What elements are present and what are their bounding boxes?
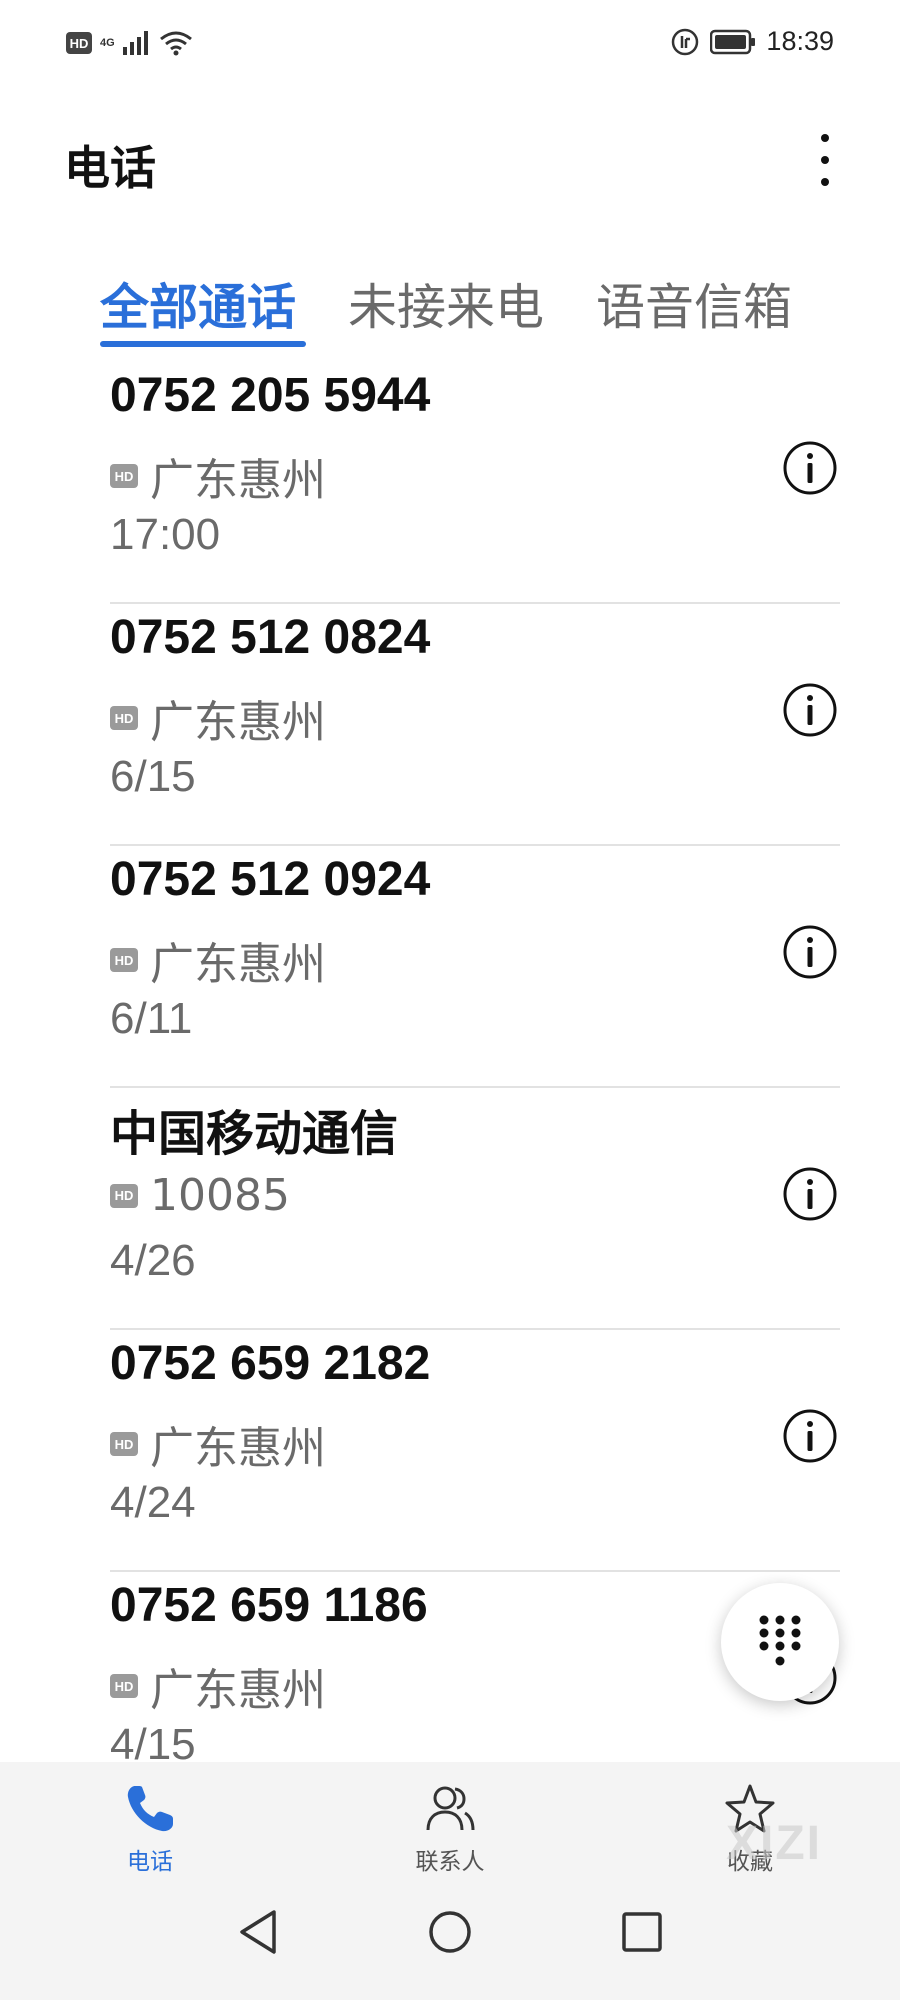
info-icon[interactable] [782, 1166, 838, 1222]
active-tab-indicator [100, 341, 306, 347]
dialpad-icon [759, 1615, 801, 1666]
caller-details: HD 广东惠州 [110, 928, 326, 992]
caller-details: HD 10085 [110, 1170, 290, 1221]
hd-call-icon: HD [110, 1183, 138, 1208]
caller-location: 广东惠州 [150, 1423, 326, 1474]
nav-contacts-label: 联系人 [415, 1849, 485, 1875]
data-saver-icon [672, 28, 699, 55]
caller-name: 0752 659 1186 [110, 1579, 428, 1632]
info-icon[interactable] [782, 440, 838, 496]
page-title: 电话 [64, 141, 156, 195]
caller-details: HD 广东惠州 [110, 686, 326, 750]
hd-icon: HD [66, 32, 92, 54]
hd-call-icon: HD [110, 464, 138, 488]
phone-icon [127, 1786, 173, 1832]
status-bar-left: HD 4G [66, 30, 193, 56]
more-vertical-icon-dot [821, 178, 829, 186]
caller-location: 广东惠州 [150, 455, 326, 506]
battery-icon [710, 29, 756, 54]
call-log-item[interactable]: 0752 512 0824 HD 广东惠州 6/15 [0, 604, 900, 846]
call-log-item[interactable]: 0752 659 2182 HD 广东惠州 4/24 [0, 1330, 900, 1572]
call-time: 6/11 [110, 994, 193, 1043]
nav-phone-label: 电话 [127, 1849, 173, 1875]
more-options-button[interactable] [805, 130, 845, 190]
call-tabs: 全部通话 未接来电 语音信箱 [0, 268, 900, 350]
caller-name: 0752 205 5944 [110, 369, 431, 422]
caller-details: HD 广东惠州 [110, 1654, 326, 1718]
caller-name: 0752 659 2182 [110, 1337, 431, 1390]
hd-call-icon: HD [110, 948, 138, 972]
hd-call-icon: HD [110, 1432, 138, 1456]
nav-contacts[interactable]: 联系人 [370, 1782, 530, 1876]
more-vertical-icon [821, 134, 829, 142]
call-time: 4/24 [110, 1478, 196, 1527]
call-log-item[interactable]: 0752 205 5944 HD 广东惠州 17:00 [0, 362, 900, 604]
back-icon [240, 1910, 276, 1954]
caller-number: 10085 [150, 1170, 290, 1221]
contacts-icon [426, 1786, 475, 1831]
caller-name: 0752 512 0924 [110, 853, 431, 906]
caller-location: 广东惠州 [150, 1665, 326, 1716]
tab-voicemail[interactable]: 语音信箱 [596, 268, 792, 339]
info-icon[interactable] [782, 1408, 838, 1464]
signal-icon [122, 31, 148, 55]
call-log-item[interactable]: 0752 512 0924 HD 广东惠州 6/11 [0, 846, 900, 1088]
call-time: 6/15 [110, 752, 196, 801]
more-vertical-icon-dot [821, 156, 829, 164]
info-icon[interactable] [782, 924, 838, 980]
call-log-list: 0752 205 5944 HD 广东惠州 17:00 0752 512 082… [0, 362, 900, 1760]
status-bar-right: 18:39 [670, 26, 834, 57]
home-button[interactable] [424, 1906, 476, 1958]
nav-phone[interactable]: 电话 [70, 1782, 230, 1876]
call-time: 17:00 [110, 510, 221, 559]
wifi-icon [159, 31, 192, 56]
caller-details: HD 广东惠州 [110, 1412, 326, 1476]
network-type-label: 4G [100, 36, 115, 49]
recents-icon [622, 1912, 662, 1952]
watermark: XIZI [726, 1817, 823, 1870]
tab-missed-calls[interactable]: 未接来电 [348, 268, 544, 339]
tab-all-calls[interactable]: 全部通话 [100, 268, 296, 339]
dialpad-button[interactable] [721, 1583, 839, 1701]
clock: 18:39 [766, 26, 834, 56]
back-button[interactable] [232, 1906, 284, 1958]
hd-call-icon: HD [110, 1674, 138, 1698]
recents-button[interactable] [616, 1906, 668, 1958]
caller-location: 广东惠州 [150, 697, 326, 748]
system-navigation-bar [0, 1880, 900, 2000]
status-bar: HD 4G 18:39 [0, 0, 900, 90]
home-icon [429, 1911, 471, 1953]
call-time: 4/26 [110, 1236, 196, 1285]
caller-location: 广东惠州 [150, 939, 326, 990]
caller-details: HD 广东惠州 [110, 444, 326, 508]
call-time: 4/15 [110, 1720, 196, 1760]
caller-name: 0752 512 0824 [110, 611, 431, 664]
caller-name: 中国移动通信 [110, 1106, 399, 1162]
call-log-item[interactable]: 中国移动通信 HD 10085 4/26 [0, 1088, 900, 1330]
info-icon[interactable] [782, 682, 838, 738]
hd-call-icon: HD [110, 706, 138, 730]
